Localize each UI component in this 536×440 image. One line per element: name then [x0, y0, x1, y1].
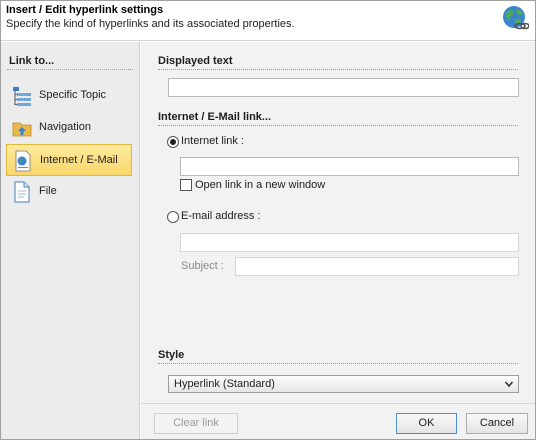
internet-link-label: Internet link : [181, 135, 244, 147]
subject-input[interactable] [235, 257, 519, 276]
dialog-footer: Clear link OK Cancel [141, 403, 535, 439]
sidebar-divider [7, 69, 133, 70]
style-select[interactable]: Hyperlink (Standard) [168, 375, 519, 393]
radio-selected-dot [170, 139, 176, 145]
section-divider [158, 69, 518, 70]
sidebar-item-file[interactable]: File [6, 176, 132, 208]
displayed-text-heading: Displayed text [158, 55, 233, 67]
navigation-folder-icon [12, 122, 32, 137]
chevron-down-icon [504, 381, 514, 388]
email-address-label: E-mail address : [181, 210, 261, 222]
sidebar-item-label: Internet / E-Mail [40, 154, 118, 166]
subject-label: Subject : [181, 260, 224, 272]
sidebar-item-navigation[interactable]: Navigation [6, 112, 132, 144]
dialog-header: Insert / Edit hyperlink settings Specify… [1, 1, 535, 41]
email-address-input[interactable] [180, 233, 519, 252]
link-properties-panel: Displayed text Internet / E-Mail link...… [141, 42, 535, 403]
internet-link-radio[interactable] [167, 136, 179, 148]
dialog-subtitle: Specify the kind of hyperlinks and its a… [6, 18, 295, 30]
hyperlink-dialog: Insert / Edit hyperlink settings Specify… [0, 0, 536, 440]
new-window-checkbox[interactable] [180, 179, 192, 191]
globe-link-icon [503, 6, 529, 30]
sidebar-item-specific-topic[interactable]: Specific Topic [6, 80, 132, 112]
link-type-sidebar: Link to... Specific Topic Navigation Int… [1, 42, 140, 439]
email-address-radio[interactable] [167, 211, 179, 223]
internet-link-input[interactable] [180, 157, 519, 176]
section-divider [158, 363, 518, 364]
sidebar-item-label: File [39, 185, 57, 197]
file-icon [14, 181, 30, 203]
sidebar-item-internet-email[interactable]: Internet / E-Mail [6, 144, 132, 176]
link-section-heading: Internet / E-Mail link... [158, 111, 272, 123]
sidebar-item-label: Navigation [39, 121, 91, 133]
sidebar-title: Link to... [9, 55, 55, 67]
dialog-title: Insert / Edit hyperlink settings [6, 4, 164, 16]
internet-page-icon [15, 150, 31, 172]
style-heading: Style [158, 349, 185, 361]
section-divider [158, 125, 518, 126]
style-selected-value: Hyperlink (Standard) [174, 378, 275, 390]
ok-button[interactable]: OK [396, 413, 457, 434]
clear-link-button[interactable]: Clear link [154, 413, 238, 434]
new-window-label: Open link in a new window [195, 179, 326, 191]
sidebar-item-label: Specific Topic [39, 89, 107, 101]
cancel-button[interactable]: Cancel [466, 413, 528, 434]
topic-tree-icon [13, 87, 31, 106]
displayed-text-input[interactable] [168, 78, 519, 97]
